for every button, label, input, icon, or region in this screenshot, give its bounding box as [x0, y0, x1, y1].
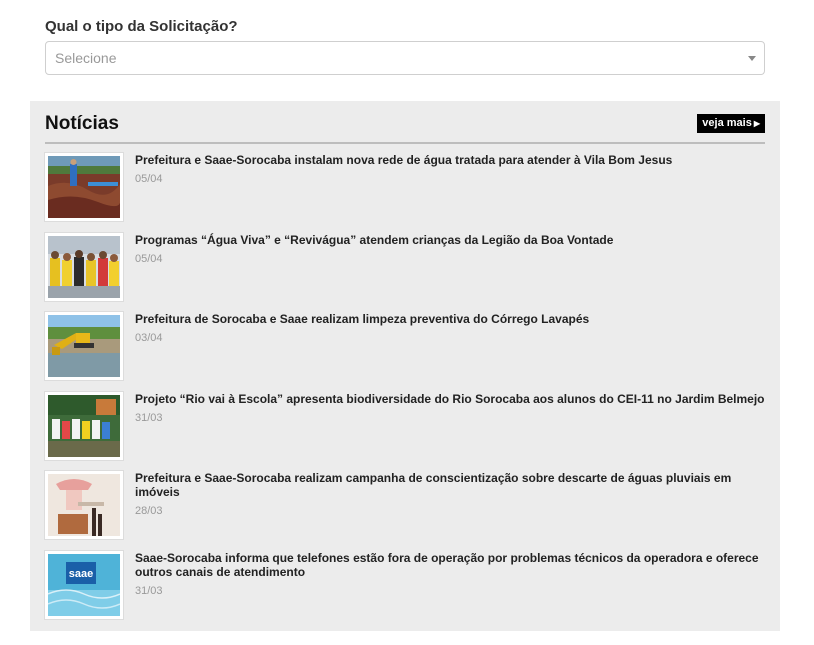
news-item: Prefeitura e Saae-Sorocaba realizam camp… — [45, 471, 767, 551]
news-thumbnail[interactable] — [45, 471, 123, 539]
news-list: Prefeitura e Saae-Sorocaba instalam nova… — [45, 153, 767, 630]
news-body: Saae-Sorocaba informa que telefones estã… — [135, 551, 767, 597]
request-type-select-value: Selecione — [55, 50, 117, 66]
news-item: Programas “Água Viva” e “Revivágua” aten… — [45, 232, 767, 313]
play-arrow-icon: ▶ — [753, 119, 760, 128]
news-date: 31/03 — [135, 584, 163, 597]
news-headline[interactable]: Prefeitura de Sorocaba e Saae realizam l… — [135, 312, 767, 326]
news-item: saae Saae-Sorocaba informa que telefones… — [45, 550, 767, 631]
svg-text:saae: saae — [69, 568, 93, 580]
children-group-image — [48, 235, 120, 298]
school-kids-image — [48, 394, 120, 457]
news-date: 05/04 — [135, 173, 163, 185]
saae-logo-image: saae — [48, 553, 120, 616]
news-headline[interactable]: Prefeitura e Saae-Sorocaba realizam camp… — [135, 471, 767, 499]
news-title: Notícias — [45, 113, 119, 134]
pipe-installation-image — [48, 156, 120, 218]
news-date: 28/03 — [135, 505, 163, 517]
news-thumbnail[interactable] — [45, 391, 123, 460]
news-body: Prefeitura de Sorocaba e Saae realizam l… — [135, 312, 767, 344]
request-type-form: Qual o tipo da Solicitação? Selecione — [45, 18, 765, 75]
news-headline[interactable]: Projeto “Rio vai à Escola” apresenta bio… — [135, 392, 767, 406]
news-body: Programas “Água Viva” e “Revivágua” aten… — [135, 233, 767, 265]
news-header: Notícias veja mais ▶ — [45, 113, 765, 144]
rainwater-drain-image — [48, 474, 120, 536]
news-headline[interactable]: Programas “Água Viva” e “Revivágua” aten… — [135, 233, 767, 247]
see-more-button[interactable]: veja mais ▶ — [697, 114, 765, 133]
news-thumbnail[interactable] — [45, 232, 123, 301]
news-date: 31/03 — [135, 411, 163, 424]
news-body: Projeto “Rio vai à Escola” apresenta bio… — [135, 392, 767, 424]
see-more-label: veja mais — [702, 117, 752, 129]
news-date: 05/04 — [135, 252, 163, 265]
news-thumbnail[interactable] — [45, 312, 123, 380]
request-type-select[interactable]: Selecione — [45, 41, 765, 75]
news-thumbnail[interactable]: saae — [45, 550, 123, 619]
news-item: Prefeitura e Saae-Sorocaba instalam nova… — [45, 153, 767, 233]
news-body: Prefeitura e Saae-Sorocaba realizam camp… — [135, 471, 767, 517]
news-headline[interactable]: Prefeitura e Saae-Sorocaba instalam nova… — [135, 153, 767, 167]
news-thumbnail[interactable] — [45, 153, 123, 221]
request-type-label: Qual o tipo da Solicitação? — [45, 18, 238, 35]
news-headline[interactable]: Saae-Sorocaba informa que telefones estã… — [135, 551, 767, 579]
news-item: Projeto “Rio vai à Escola” apresenta bio… — [45, 391, 767, 472]
news-panel: Notícias veja mais ▶ Prefeitura e Saae-S… — [30, 101, 780, 631]
chevron-down-icon — [748, 56, 756, 61]
news-item: Prefeitura de Sorocaba e Saae realizam l… — [45, 312, 767, 392]
news-date: 03/04 — [135, 332, 163, 344]
news-body: Prefeitura e Saae-Sorocaba instalam nova… — [135, 153, 767, 185]
excavator-stream-image — [48, 315, 120, 377]
